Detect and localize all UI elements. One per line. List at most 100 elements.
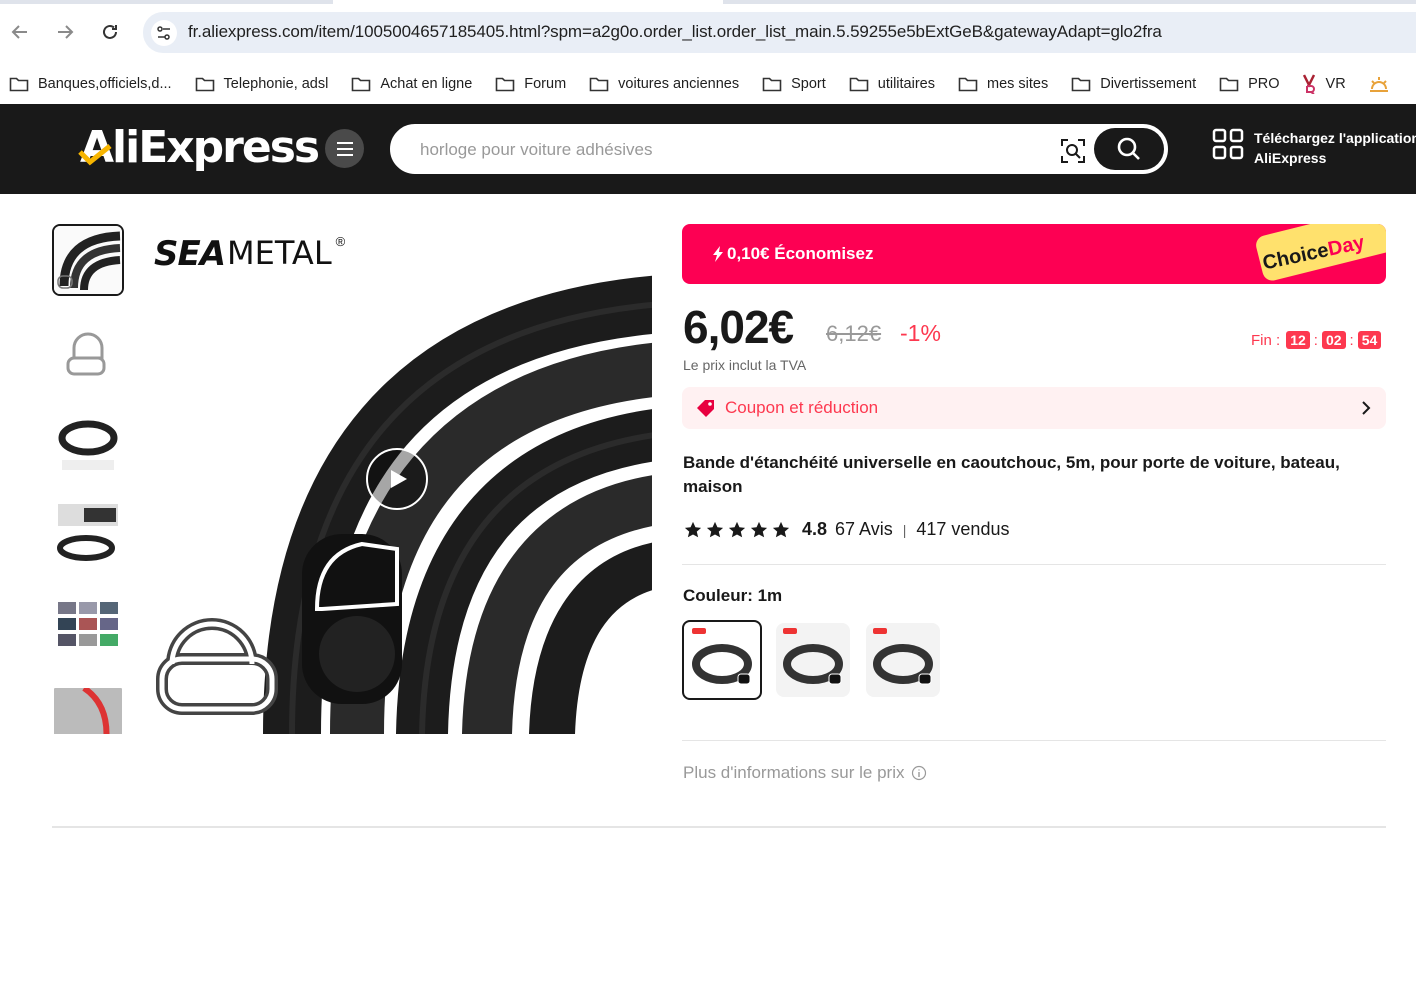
folder-icon: [958, 77, 978, 92]
sun-bookmark-icon[interactable]: [1369, 75, 1398, 93]
thumbnail-1[interactable]: [52, 224, 124, 296]
bookmark-label: Achat en ligne: [380, 76, 473, 92]
download-app-link[interactable]: Téléchargez l'application AliExpress: [1212, 128, 1416, 168]
qr-code-icon: [1212, 128, 1244, 160]
seametal-brand: SEA METAL ®: [154, 234, 345, 274]
back-button[interactable]: [8, 20, 32, 44]
bookmark-label: Banques,officiels,d...: [38, 76, 172, 92]
bookmark-label: VR: [1325, 76, 1346, 92]
divider-line: [682, 740, 1386, 741]
bookmark-banques-officiels-d[interactable]: Banques,officiels,d...: [9, 76, 172, 92]
product-title: Bande d'étanchéité universelle en caoutc…: [683, 453, 1340, 496]
star-icon: [706, 521, 724, 537]
folder-icon: [495, 77, 515, 92]
categories-menu-button[interactable]: [325, 129, 364, 168]
rating-row[interactable]: 4.8 67 Avis | 417 vendus: [684, 519, 1009, 540]
address-bar[interactable]: fr.aliexpress.com/item/1005004657185405.…: [143, 12, 1416, 53]
thumbnail-4[interactable]: [52, 498, 124, 570]
star-icon: [750, 521, 768, 537]
bookmark-pro[interactable]: PRO: [1219, 76, 1280, 92]
brand-sea: SEA: [154, 234, 226, 274]
search-input[interactable]: horloge pour voiture adhésives: [420, 140, 652, 160]
reload-button[interactable]: [98, 20, 122, 44]
arrow-right-icon: [58, 25, 74, 39]
color-label: Couleur: 1m: [683, 586, 783, 605]
aliexpress-logo[interactable]: AliExpress: [78, 122, 320, 178]
folder-icon: [762, 77, 782, 92]
coupon-row[interactable]: Coupon et réduction: [682, 387, 1386, 429]
coupon-tag-icon: [697, 400, 714, 417]
active-tab[interactable]: [333, 0, 723, 4]
brand-registered: ®: [335, 234, 346, 249]
image-search-icon[interactable]: [1060, 138, 1086, 164]
info-icon: [911, 765, 926, 781]
folder-icon: [1071, 77, 1091, 92]
browser-toolbar: fr.aliexpress.com/item/1005004657185405.…: [0, 0, 1416, 64]
folder-icon: [9, 77, 29, 92]
thumbnail-6[interactable]: [52, 686, 124, 734]
logo-check-icon: [78, 144, 112, 166]
star-icon: [772, 521, 790, 537]
folder-icon: [849, 77, 869, 92]
product-thumbnail-image: [54, 226, 122, 294]
bookmark-divertissement[interactable]: Divertissement: [1071, 76, 1196, 92]
bookmark-forum[interactable]: Forum: [495, 76, 566, 92]
bookmark-sport[interactable]: Sport: [762, 76, 826, 92]
bookmark-telephonie-adsl[interactable]: Telephonie, adsl: [195, 76, 329, 92]
play-video-button[interactable]: [366, 448, 428, 510]
bookmark-achat-en-ligne[interactable]: Achat en ligne: [351, 76, 472, 92]
vr-logo-icon: [1302, 74, 1315, 94]
forward-button[interactable]: [53, 20, 77, 44]
scenes-image: [58, 602, 118, 646]
chevron-right-icon: [1362, 401, 1371, 415]
star-rating: [684, 521, 794, 539]
url-text[interactable]: fr.aliexpress.com/item/1005004657185405.…: [188, 22, 1162, 42]
site-info-button[interactable]: [151, 20, 177, 46]
more-price-info-link[interactable]: Plus d'informations sur le prix: [683, 763, 927, 783]
timer-minutes: 02: [1321, 331, 1346, 349]
color-option-1m[interactable]: [682, 620, 762, 700]
bookmark-mes-sites[interactable]: mes sites: [958, 76, 1048, 92]
lightning-icon: [713, 246, 723, 262]
bookmark-label: voitures anciennes: [618, 76, 740, 92]
promo-savings: 0,10€ Économisez: [712, 244, 873, 264]
star-icon: [728, 521, 746, 537]
sku-5m-image: [783, 628, 843, 685]
bookmark-label: Sport: [791, 76, 826, 92]
main-product-image[interactable]: SEA METAL ®: [142, 224, 652, 734]
thumbnail-3[interactable]: [52, 406, 124, 478]
bookmark-label: mes sites: [986, 76, 1049, 92]
bookmark-label: utilitaires: [877, 76, 935, 92]
sku-1m-image: [692, 628, 752, 685]
bookmark-voitures-anciennes[interactable]: voitures anciennes: [589, 76, 739, 92]
bookmark-label: Telephonie, adsl: [223, 76, 329, 92]
more-price-info-text: Plus d'informations sur le prix: [683, 763, 905, 782]
thumbnail-2[interactable]: [52, 316, 124, 388]
bookmark-utilitaires[interactable]: utilitaires: [849, 76, 935, 92]
divider-line: [682, 564, 1386, 565]
bookmarks-bar: Banques,officiels,d... Telephonie, adsl Ac…: [0, 64, 1416, 104]
review-count[interactable]: 67 Avis: [835, 519, 893, 540]
timer-hours: 12: [1286, 331, 1310, 349]
folder-icon: [589, 77, 609, 92]
bookmark-vr[interactable]: VR: [1302, 74, 1346, 94]
coil-image: [58, 420, 118, 470]
search-bar[interactable]: horloge pour voiture adhésives: [390, 124, 1168, 174]
thumbnail-list: [52, 224, 124, 734]
original-price: 6,12€: [826, 321, 882, 346]
app-line2: AliExpress: [1254, 150, 1327, 166]
coupon-label: Coupon et réduction: [725, 398, 879, 417]
thumbnail-5[interactable]: [52, 590, 124, 662]
color-option-5m[interactable]: [776, 623, 850, 697]
car-door-image: [54, 688, 122, 734]
rating-score: 4.8: [802, 519, 828, 539]
site-header: AliExpress horloge pour voiture adhésive…: [0, 104, 1416, 194]
timer-seconds: 54: [1357, 331, 1382, 349]
bookmark-label: Divertissement: [1100, 76, 1197, 92]
search-button[interactable]: [1094, 128, 1164, 170]
timer-label: Fin :: [1251, 331, 1281, 349]
bookmark-label: PRO: [1248, 76, 1280, 92]
color-option-2m[interactable]: [866, 623, 940, 697]
folder-icon: [1219, 77, 1239, 92]
search-icon: [1117, 137, 1140, 160]
